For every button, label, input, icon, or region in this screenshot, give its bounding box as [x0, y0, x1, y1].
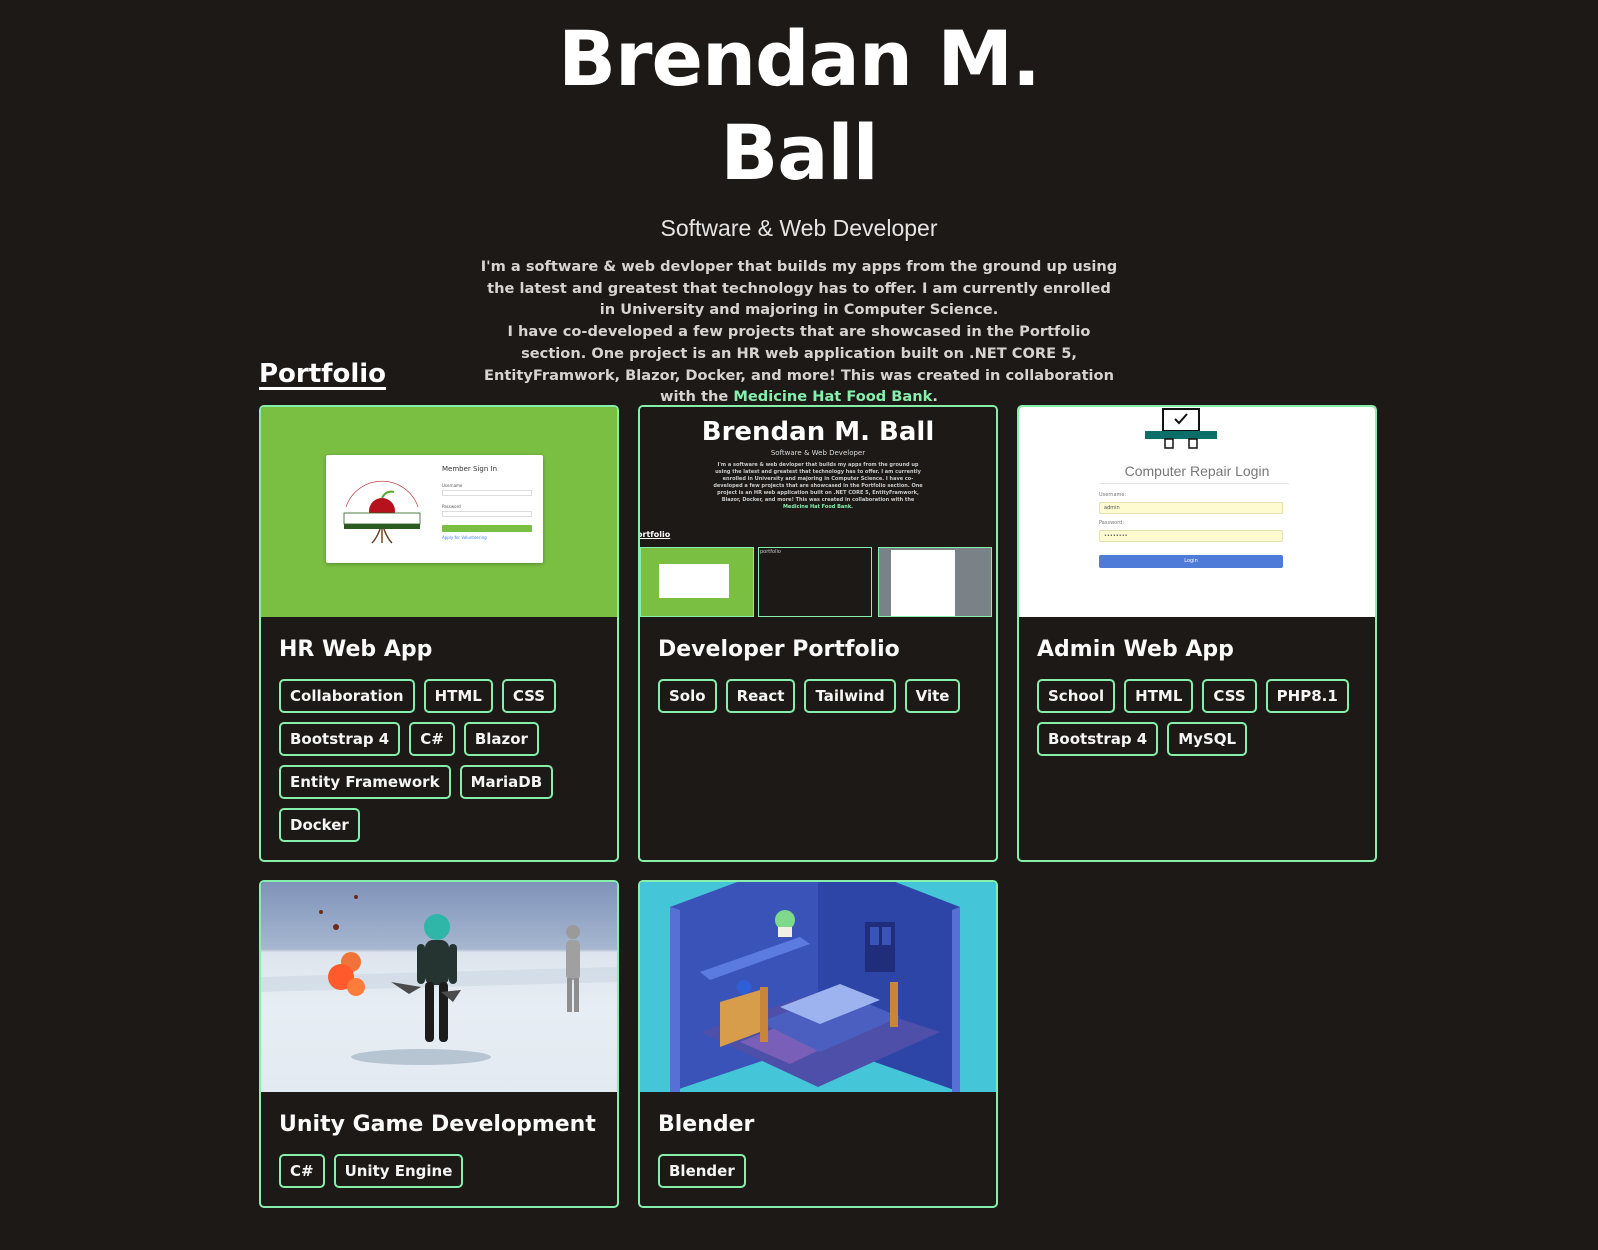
admin-username-label: Username: [1099, 492, 1127, 498]
mini-bio: I'm a software & web devloper that build… [710, 462, 926, 511]
project-card-admin-web-app[interactable]: Computer Repair Login Username: admin Pa… [1017, 405, 1377, 862]
mini-card-3 [878, 547, 992, 617]
admin-password-label: Password: [1099, 520, 1125, 526]
hr-username-label: Username [442, 483, 463, 488]
admin-password-input: •••••••• [1099, 530, 1283, 542]
tag: Collaboration [279, 679, 415, 713]
card-title: Admin Web App [1037, 637, 1234, 662]
unity-game-screenshot [261, 882, 617, 1092]
admin-login-heading: Computer Repair Login [1124, 463, 1270, 479]
card-body: HR Web App Collaboration HTML CSS Bootst… [261, 617, 617, 842]
tag: Blender [658, 1154, 746, 1188]
hr-volunteer-link: Apply for Volunteering [442, 535, 487, 540]
admin-username-input: admin [1099, 502, 1283, 514]
tag: Bootstrap 4 [279, 722, 401, 756]
isometric-bedroom-illustration [670, 882, 960, 1092]
tag: MariaDB [459, 765, 554, 799]
page-subtitle: Software & Web Developer [660, 215, 938, 241]
portfolio-grid: Member Sign In Username Password Apply f… [259, 405, 1379, 1208]
food-bank-logo [343, 480, 421, 544]
card-title: HR Web App [279, 637, 433, 662]
mini-bio-link: Medicine Hat Food Bank. [782, 504, 854, 510]
hr-login-button [442, 525, 532, 532]
project-card-unity-game-development[interactable]: Unity Game Development C# Unity Engine [259, 880, 619, 1208]
hr-web-app-screenshot: Member Sign In Username Password Apply f… [261, 407, 617, 617]
card-title: Unity Game Development [279, 1112, 596, 1137]
card-title: Developer Portfolio [658, 637, 900, 662]
project-card-developer-portfolio[interactable]: Brendan M. Ball Software & Web Developer… [638, 405, 998, 862]
tag: Blazor [463, 722, 539, 756]
tag: Solo [658, 679, 717, 713]
mini-title: Brendan M. Ball [701, 417, 935, 447]
hr-password-label: Password [442, 504, 461, 509]
hr-login-panel: Member Sign In Username Password Apply f… [326, 455, 543, 563]
tag: CSS [1202, 679, 1257, 713]
tag-list: Blender [658, 1154, 978, 1188]
tag: C# [279, 1154, 325, 1188]
tag-list: Collaboration HTML CSS Bootstrap 4 C# Bl… [279, 679, 599, 842]
developer-portfolio-screenshot: Brendan M. Ball Software & Web Developer… [640, 407, 996, 617]
tag: Docker [279, 808, 360, 842]
mini-card-1 [640, 547, 754, 617]
tag: School [1037, 679, 1116, 713]
hero: Brendan M. Ball Software & Web Developer… [479, 0, 1119, 408]
tag: Bootstrap 4 [1037, 722, 1159, 756]
hr-form-title: Member Sign In [442, 465, 498, 473]
mini-bio-text: I'm a software & web devloper that build… [713, 462, 923, 503]
blender-render-screenshot [640, 882, 996, 1092]
card-title: Blender [658, 1112, 755, 1137]
mini-portfolio-label: ortfolio [640, 530, 671, 539]
project-card-hr-web-app[interactable]: Member Sign In Username Password Apply f… [259, 405, 619, 862]
divider [1099, 483, 1289, 484]
mini-subtitle: Software & Web Developer [770, 449, 866, 457]
tag: Unity Engine [333, 1154, 464, 1188]
hr-login-form: Member Sign In Username Password Apply f… [442, 465, 532, 540]
tag-list: School HTML CSS PHP8.1 Bootstrap 4 MySQL [1037, 679, 1357, 756]
tag: HTML [423, 679, 493, 713]
card-body: Admin Web App School HTML CSS PHP8.1 Boo… [1019, 617, 1375, 756]
hr-password-input [442, 511, 532, 517]
admin-web-app-screenshot: Computer Repair Login Username: admin Pa… [1019, 407, 1375, 617]
portfolio-heading: Portfolio [259, 359, 387, 389]
tag: C# [409, 722, 455, 756]
tag: HTML [1124, 679, 1194, 713]
bio-paragraph-1: I'm a software & web devloper that build… [480, 258, 1118, 319]
project-card-blender[interactable]: Blender Blender [638, 880, 998, 1208]
page-title: Brendan M. Ball [558, 14, 1041, 197]
hr-username-input [442, 490, 532, 496]
tag: Vite [904, 679, 961, 713]
tag-list: Solo React Tailwind Vite [658, 679, 978, 713]
tag: CSS [501, 679, 557, 713]
portfolio-section: Portfolio Member Sign In Username Passwo… [259, 355, 1379, 1208]
card-body: Unity Game Development C# Unity Engine [261, 1092, 617, 1188]
tag: MySQL [1167, 722, 1248, 756]
tag: Entity Framework [279, 765, 451, 799]
card-body: Blender Blender [640, 1092, 996, 1188]
tag: PHP8.1 [1265, 679, 1349, 713]
tag-list: C# Unity Engine [279, 1154, 599, 1188]
tag: React [725, 679, 796, 713]
mini-card-2: portfolio [758, 547, 872, 617]
tag: Tailwind [804, 679, 896, 713]
card-body: Developer Portfolio Solo React Tailwind … [640, 617, 996, 713]
unity-scene-illustration [261, 895, 617, 1092]
computer-repair-logo [1145, 408, 1217, 449]
admin-login-button: Login [1099, 555, 1283, 568]
